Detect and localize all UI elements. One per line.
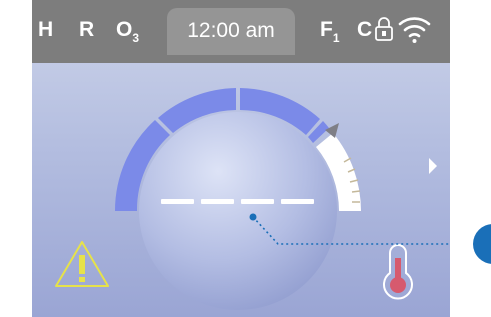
callout-marker[interactable] <box>473 224 491 264</box>
